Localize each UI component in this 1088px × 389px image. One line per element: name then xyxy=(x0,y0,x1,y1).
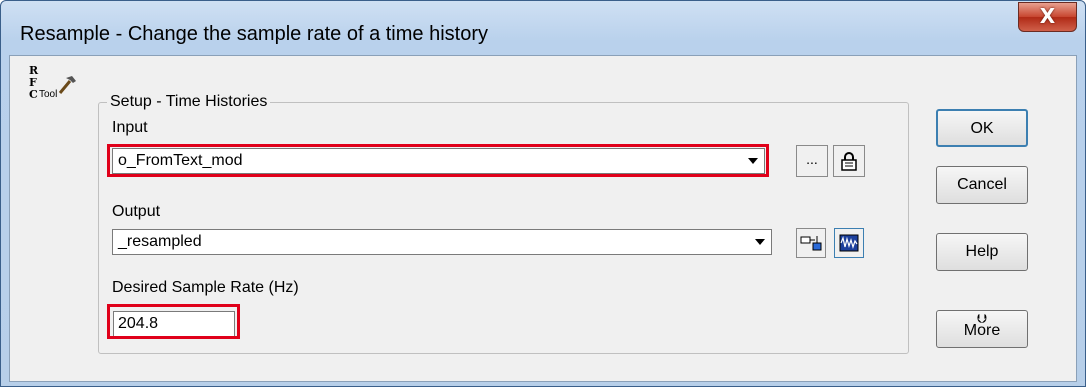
input-label: Input xyxy=(112,119,148,136)
close-button[interactable]: X xyxy=(1018,2,1077,32)
ok-label: OK xyxy=(970,120,994,137)
logo-letter-c: C xyxy=(29,88,38,101)
rfc-tool-logo: R F C Tool xyxy=(29,65,79,125)
copy-name-button[interactable] xyxy=(796,228,826,258)
dialog-window: Resample - Change the sample rate of a t… xyxy=(0,0,1086,387)
title-bar[interactable]: Resample - Change the sample rate of a t… xyxy=(1,1,1085,55)
chevron-down-icon[interactable] xyxy=(743,150,763,172)
lock-button[interactable] xyxy=(833,145,865,177)
input-combobox[interactable]: o_FromText_mod xyxy=(112,148,765,174)
output-combobox[interactable]: _resampled xyxy=(112,229,772,255)
browse-button[interactable]: ... xyxy=(796,145,828,177)
cancel-label: Cancel xyxy=(957,176,1007,193)
sample-rate-label: Desired Sample Rate (Hz) xyxy=(112,279,299,296)
group-label: Setup - Time Histories xyxy=(110,93,268,110)
window-title: Resample - Change the sample rate of a t… xyxy=(20,23,488,45)
output-value: _resampled xyxy=(118,233,202,250)
more-button[interactable]: ⮋ More xyxy=(936,310,1028,348)
input-value: o_FromText_mod xyxy=(118,152,243,169)
cancel-button[interactable]: Cancel xyxy=(936,166,1028,204)
waveform-icon xyxy=(839,234,859,252)
ok-button[interactable]: OK xyxy=(936,109,1028,147)
double-chevron-down-icon: ⮋ xyxy=(977,311,987,326)
browse-label: ... xyxy=(806,151,818,167)
help-label: Help xyxy=(965,243,999,260)
sample-rate-input[interactable] xyxy=(113,311,235,337)
logo-tool-text: Tool xyxy=(39,89,58,100)
waveform-button[interactable] xyxy=(834,228,864,258)
chevron-down-icon[interactable] xyxy=(750,231,770,253)
hammer-icon xyxy=(58,76,76,94)
padlock-icon xyxy=(841,152,857,171)
help-button[interactable]: Help xyxy=(936,233,1028,271)
output-label: Output xyxy=(112,203,161,220)
close-icon: X xyxy=(1039,4,1056,28)
copy-name-icon xyxy=(800,236,822,251)
